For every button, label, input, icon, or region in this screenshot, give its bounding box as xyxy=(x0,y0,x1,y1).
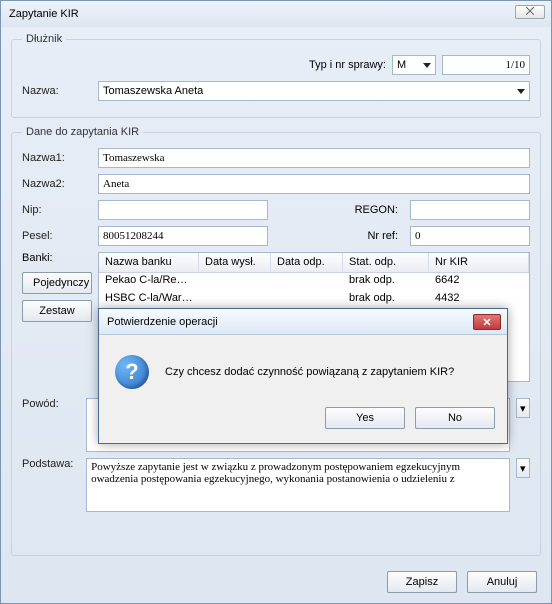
window-close-button[interactable]: ⨉ xyxy=(515,5,545,19)
table-row[interactable]: Pekao C-la/Rekl... brak odp. 6642 xyxy=(99,273,529,291)
nazwa2-input[interactable] xyxy=(98,174,530,194)
titlebar: Zapytanie KIR ⨉ xyxy=(1,1,551,27)
nazwa2-label: Nazwa2: xyxy=(22,178,92,190)
powod-label: Powód: xyxy=(22,398,80,410)
powod-picker-button[interactable]: ▾ xyxy=(516,398,530,418)
close-icon: ⨉ xyxy=(526,6,535,19)
dluznik-legend: Dłużnik xyxy=(22,33,66,45)
main-window: Zapytanie KIR ⨉ Dłużnik Typ i nr sprawy:… xyxy=(0,0,552,604)
col-data-odp[interactable]: Data odp. xyxy=(271,253,343,272)
nazwa-select[interactable]: Tomaszewska Aneta xyxy=(98,81,530,101)
col-bank[interactable]: Nazwa banku xyxy=(99,253,199,272)
banki-label: Banki: xyxy=(22,252,92,264)
nrref-input[interactable] xyxy=(410,226,530,246)
pesel-input[interactable] xyxy=(98,226,268,246)
dialog-message: Czy chcesz dodać czynność powiązaną z za… xyxy=(165,366,454,378)
nazwa-label: Nazwa: xyxy=(22,85,92,97)
ellipsis-icon: ▾ xyxy=(520,402,526,415)
yes-button[interactable]: Yes xyxy=(325,407,405,429)
nazwa1-label: Nazwa1: xyxy=(22,152,92,164)
podstawa-picker-button[interactable]: ▾ xyxy=(516,458,530,478)
chevron-down-icon xyxy=(517,89,525,94)
typ-select[interactable]: M xyxy=(392,55,436,75)
podstawa-label: Podstawa: xyxy=(22,458,80,470)
zestaw-button[interactable]: Zestaw xyxy=(22,300,92,322)
table-header: Nazwa banku Data wysł. Data odp. Stat. o… xyxy=(99,253,529,273)
nip-label: Nip: xyxy=(22,204,92,216)
confirm-dialog: Potwierdzenie operacji ✕ ? Czy chcesz do… xyxy=(98,308,508,444)
typ-value: M xyxy=(397,59,406,71)
dialog-footer: Yes No xyxy=(99,399,507,443)
dialog-body: ? Czy chcesz dodać czynność powiązaną z … xyxy=(99,335,507,399)
nrref-label: Nr ref: xyxy=(274,230,404,242)
dialog-titlebar: Potwierdzenie operacji ✕ xyxy=(99,309,507,335)
nazwa1-input[interactable] xyxy=(98,148,530,168)
dluznik-group: Dłużnik Typ i nr sprawy: M Nazwa: Tomasz… xyxy=(11,33,541,118)
regon-label: REGON: xyxy=(274,204,404,216)
anuluj-button[interactable]: Anuluj xyxy=(467,571,537,593)
question-icon: ? xyxy=(115,355,149,389)
footer-buttons: Zapisz Anuluj xyxy=(387,571,537,593)
col-nrkir[interactable]: Nr KIR xyxy=(429,253,529,272)
dane-legend: Dane do zapytania KIR xyxy=(22,126,143,138)
nr-sprawy-input[interactable] xyxy=(442,55,530,75)
table-row[interactable]: HSBC C-la/Wars... brak odp. 4432 xyxy=(99,291,529,309)
pesel-label: Pesel: xyxy=(22,230,92,242)
zapisz-button[interactable]: Zapisz xyxy=(387,571,457,593)
close-icon: ✕ xyxy=(482,316,491,329)
col-data-wysl[interactable]: Data wysł. xyxy=(199,253,271,272)
no-button[interactable]: No xyxy=(415,407,495,429)
podstawa-textarea[interactable] xyxy=(86,458,509,512)
content-area: Dłużnik Typ i nr sprawy: M Nazwa: Tomasz… xyxy=(1,27,551,572)
nazwa-value: Tomaszewska Aneta xyxy=(103,85,203,97)
window-title: Zapytanie KIR xyxy=(9,8,79,20)
nip-input[interactable] xyxy=(98,200,268,220)
chevron-down-icon xyxy=(423,63,431,68)
dialog-title: Potwierdzenie operacji xyxy=(107,316,218,328)
ellipsis-icon: ▾ xyxy=(520,462,526,475)
typ-label: Typ i nr sprawy: xyxy=(309,59,386,71)
regon-input[interactable] xyxy=(410,200,530,220)
pojedynczy-button[interactable]: Pojedynczy xyxy=(22,272,92,294)
col-stat[interactable]: Stat. odp. xyxy=(343,253,429,272)
dialog-close-button[interactable]: ✕ xyxy=(473,314,501,330)
